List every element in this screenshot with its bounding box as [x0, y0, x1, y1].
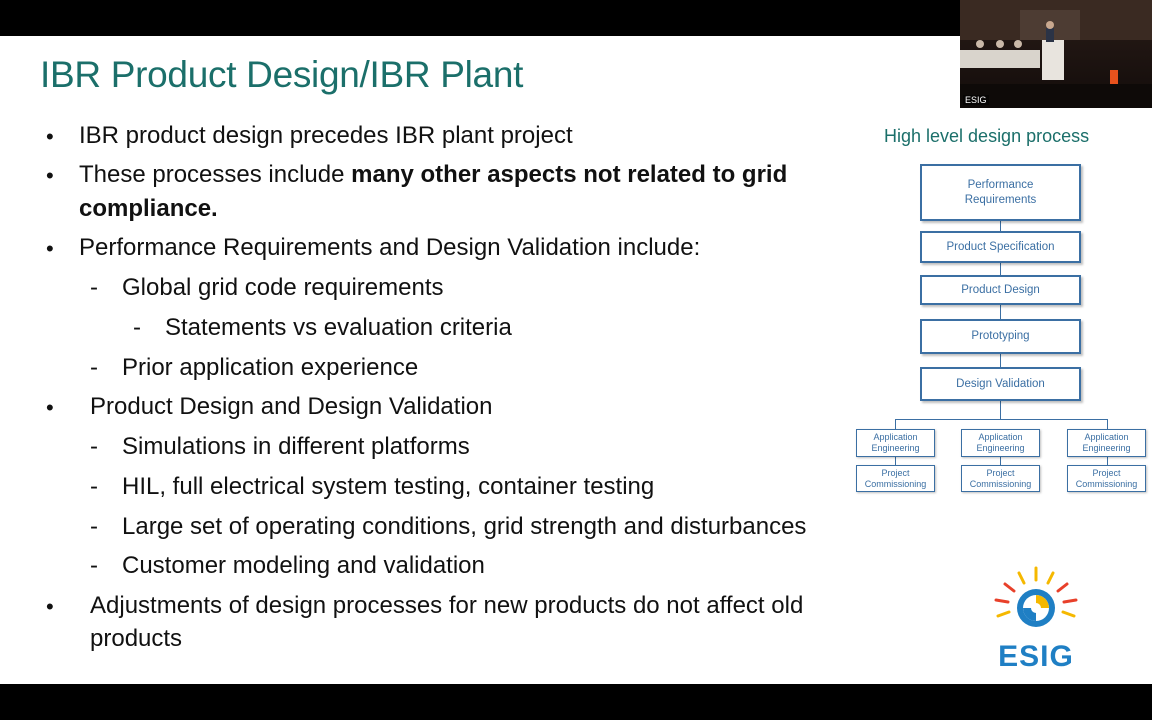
dash-marker: -	[133, 314, 141, 341]
design-process-diagram: Performance Requirements Product Specific…	[854, 161, 1150, 501]
sub-bullet-4-2: HIL, full electrical system testing, con…	[122, 473, 655, 500]
bullet-2-bold-2: compliance.	[79, 195, 218, 222]
project-commissioning-box: Project Commissioning	[1067, 465, 1146, 492]
sub-bullet-4-4: Customer modeling and validation	[122, 552, 485, 579]
dash-marker: -	[90, 354, 98, 381]
sub-bullet-3-1: Global grid code requirements	[122, 274, 444, 301]
application-engineering-box: Application Engineering	[1067, 429, 1146, 457]
dash-marker: -	[90, 552, 98, 579]
dash-marker: -	[90, 513, 98, 540]
step-prototyping: Prototyping	[920, 319, 1081, 354]
bullet-5: Adjustments of design processes for new …	[90, 592, 804, 619]
sub-bullet-4-1: Simulations in different platforms	[122, 433, 470, 460]
step-product-design: Product Design	[920, 275, 1081, 305]
step-product-specification: Product Specification	[920, 231, 1081, 263]
video-label: ESIG	[963, 95, 989, 105]
branch-drop	[1107, 419, 1108, 429]
branch-link	[895, 457, 896, 465]
logo-text: ESIG	[998, 640, 1074, 673]
bullet-2: These processes include many other aspec…	[79, 161, 787, 189]
bullet-4: Product Design and Design Validation	[90, 393, 493, 420]
bullet-marker: •	[46, 594, 54, 619]
branch-link	[1000, 457, 1001, 465]
bottom-letterbox	[0, 684, 1152, 720]
presentation-slide: IBR Product Design/IBR Plant • IBR produ…	[0, 36, 1152, 684]
sub-bullet-3-2: Prior application experience	[122, 354, 419, 381]
project-commissioning-box: Project Commissioning	[961, 465, 1040, 492]
bullet-2-continuation: compliance.	[79, 195, 218, 223]
diagram-caption: High level design process	[884, 126, 1090, 146]
application-engineering-box: Application Engineering	[961, 429, 1040, 457]
bullet-2-text: These processes include	[79, 161, 352, 188]
dash-marker: -	[90, 433, 98, 460]
dash-marker: -	[90, 274, 98, 301]
sub-bullet-4-3: Large set of operating conditions, grid …	[122, 513, 807, 540]
step-performance-requirements: Performance Requirements	[920, 164, 1081, 221]
branch-line	[895, 419, 1107, 420]
sun-logo-icon	[994, 566, 1078, 627]
speaker-video-thumbnail[interactable]: ESIG	[960, 0, 1152, 108]
bullet-marker: •	[46, 395, 54, 420]
bullet-1: IBR product design precedes IBR plant pr…	[79, 122, 573, 149]
bullet-marker: •	[46, 236, 54, 261]
esig-logo: ESIG	[986, 564, 1086, 674]
bullet-3: Performance Requirements and Design Vali…	[79, 234, 701, 261]
step-design-validation: Design Validation	[920, 367, 1081, 401]
bullet-5-continuation: products	[90, 625, 183, 652]
dash-marker: -	[90, 473, 98, 500]
application-engineering-box: Application Engineering	[856, 429, 935, 457]
slide-body: • IBR product design precedes IBR plant …	[0, 36, 900, 684]
bullet-2-bold: many other aspects not related to grid	[351, 161, 788, 188]
stage-video-icon	[960, 0, 1152, 108]
bullet-marker: •	[46, 124, 54, 149]
branch-drop	[895, 419, 896, 429]
branch-link	[1107, 457, 1108, 465]
sub-sub-bullet-3-1-1: Statements vs evaluation criteria	[165, 314, 512, 341]
bullet-marker: •	[46, 163, 54, 188]
project-commissioning-box: Project Commissioning	[856, 465, 935, 492]
